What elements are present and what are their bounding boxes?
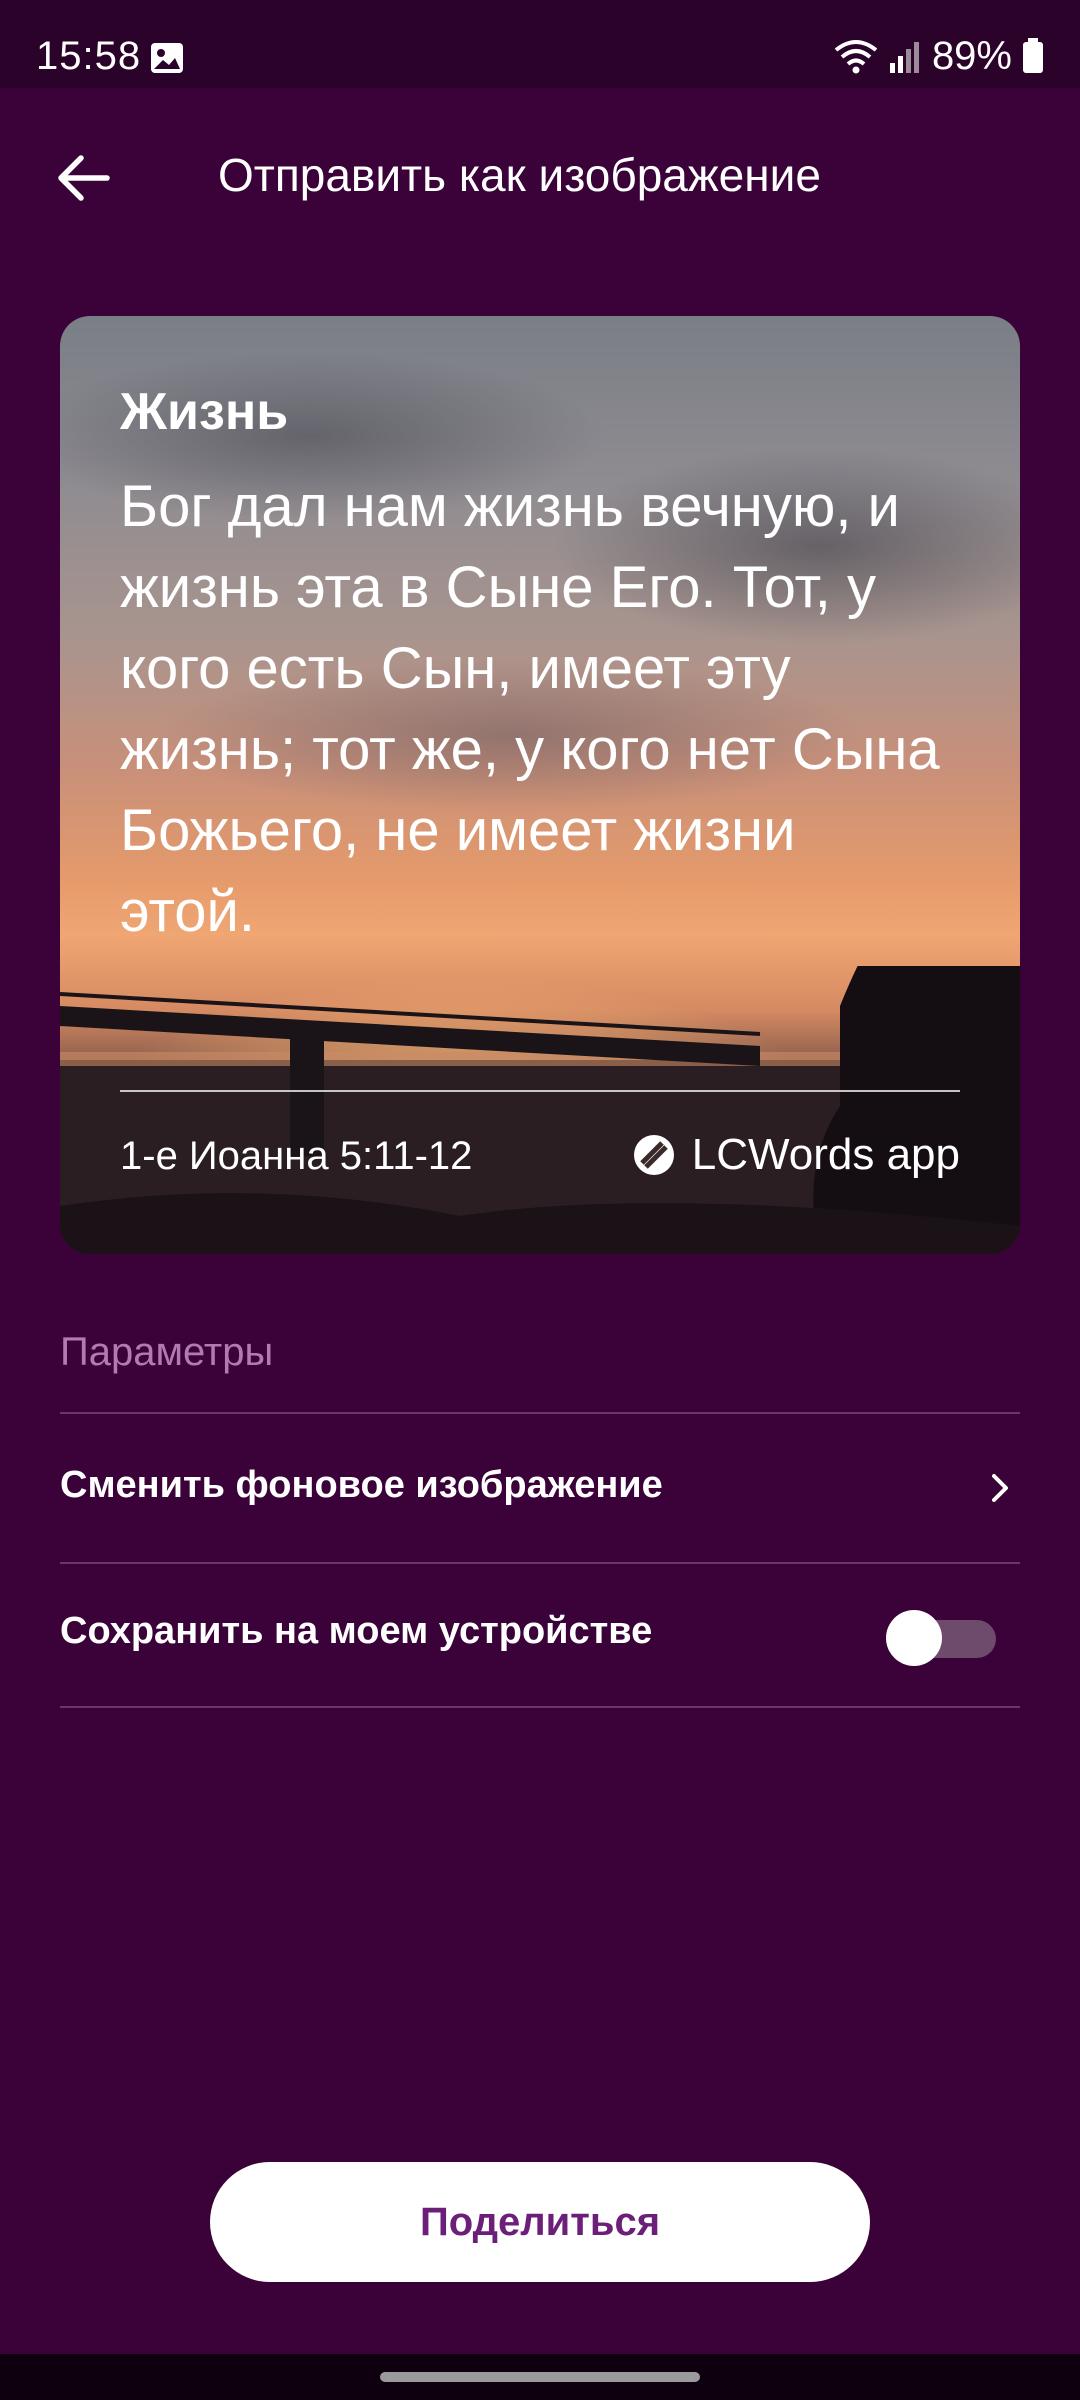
brand-watermark: LCWords app [632, 1130, 960, 1180]
card-title: Жизнь [120, 383, 289, 441]
status-time: 15:58 [36, 34, 142, 78]
wifi-icon [834, 40, 878, 74]
divider [60, 1562, 1020, 1564]
section-label-parameters: Параметры [60, 1330, 274, 1374]
divider [60, 1706, 1020, 1708]
background-bridge-scene [60, 966, 1020, 1254]
verse-reference: 1-е Иоанна 5:11-12 [120, 1134, 473, 1178]
home-gesture-handle[interactable] [380, 2372, 700, 2382]
divider [60, 1412, 1020, 1414]
system-nav-bar [0, 2354, 1080, 2400]
arrow-left-icon [58, 155, 110, 201]
page-title: Отправить как изображение [218, 149, 821, 201]
brand-label: LCWords app [691, 1130, 960, 1179]
image-icon [151, 43, 183, 73]
share-button[interactable]: Поделиться [210, 2162, 870, 2282]
chevron-right-icon [992, 1474, 1008, 1502]
lcwords-logo-icon [633, 1135, 674, 1175]
battery-icon [1023, 38, 1043, 73]
save-device-row: Сохранить на моем устройстве [60, 1566, 1020, 1706]
toggle-knob [886, 1610, 942, 1666]
status-right: 89% [834, 34, 1044, 78]
signal-icon [889, 42, 919, 73]
verse-image-preview: Жизнь Бог дал нам жизнь вечную, и жизнь … [60, 316, 1020, 1254]
save-device-label: Сохранить на моем устройстве [60, 1610, 653, 1652]
back-button[interactable] [44, 138, 124, 218]
status-bar: 15:58 89% [0, 0, 1080, 88]
battery-percent: 89% [931, 33, 1012, 78]
change-background-label: Сменить фоновое изображение [60, 1464, 663, 1506]
change-background-row[interactable]: Сменить фоновое изображение [60, 1420, 1020, 1560]
card-divider [120, 1090, 960, 1092]
app-bar: Отправить как изображение [0, 88, 1080, 258]
card-verse-text: Бог дал нам жизнь вечную, и жизнь эта в … [120, 474, 940, 944]
save-device-toggle[interactable] [886, 1610, 996, 1666]
